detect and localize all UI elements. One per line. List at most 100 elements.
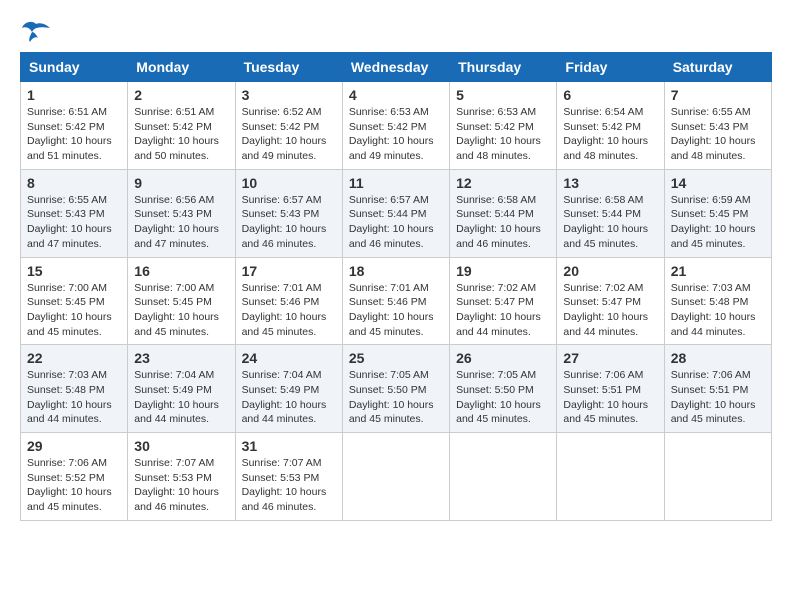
empty-cell [664,433,771,521]
day-info: Sunrise: 7:07 AMSunset: 5:53 PMDaylight:… [242,456,336,515]
day-info: Sunrise: 7:05 AMSunset: 5:50 PMDaylight:… [349,368,443,427]
day-cell-9: 9 Sunrise: 6:56 AMSunset: 5:43 PMDaylight… [128,169,235,257]
day-cell-16: 16Sunrise: 7:00 AMSunset: 5:45 PMDayligh… [128,257,235,345]
week-row-1: 1 Sunrise: 6:51 AMSunset: 5:42 PMDaylight… [21,82,772,170]
day-header-thursday: Thursday [450,53,557,82]
day-cell-5: 5 Sunrise: 6:53 AMSunset: 5:42 PMDaylight… [450,82,557,170]
day-number: 11 [349,175,443,191]
day-cell-6: 6 Sunrise: 6:54 AMSunset: 5:42 PMDaylight… [557,82,664,170]
day-info: Sunrise: 6:57 AMSunset: 5:44 PMDaylight:… [349,193,443,252]
day-info: Sunrise: 7:06 AMSunset: 5:52 PMDaylight:… [27,456,121,515]
day-info: Sunrise: 7:00 AMSunset: 5:45 PMDaylight:… [134,281,228,340]
day-cell-13: 13Sunrise: 6:58 AMSunset: 5:44 PMDayligh… [557,169,664,257]
day-cell-31: 31 Sunrise: 7:07 AMSunset: 5:53 PMDayligh… [235,433,342,521]
calendar-table: SundayMondayTuesdayWednesdayThursdayFrid… [20,52,772,521]
header [20,20,772,42]
day-header-sunday: Sunday [21,53,128,82]
day-number: 2 [134,87,228,103]
day-cell-27: 27 Sunrise: 7:06 AMSunset: 5:51 PMDayligh… [557,345,664,433]
day-info: Sunrise: 7:04 AMSunset: 5:49 PMDaylight:… [134,368,228,427]
day-number: 23 [134,350,228,366]
day-number: 10 [242,175,336,191]
day-info: Sunrise: 6:57 AMSunset: 5:43 PMDaylight:… [242,193,336,252]
day-number: 24 [242,350,336,366]
day-number: 8 [27,175,121,191]
day-number: 9 [134,175,228,191]
days-header-row: SundayMondayTuesdayWednesdayThursdayFrid… [21,53,772,82]
day-info: Sunrise: 6:53 AMSunset: 5:42 PMDaylight:… [456,105,550,164]
day-number: 30 [134,438,228,454]
day-number: 22 [27,350,121,366]
day-cell-20: 20Sunrise: 7:02 AMSunset: 5:47 PMDayligh… [557,257,664,345]
day-cell-14: 14Sunrise: 6:59 AMSunset: 5:45 PMDayligh… [664,169,771,257]
day-cell-25: 25Sunrise: 7:05 AMSunset: 5:50 PMDayligh… [342,345,449,433]
day-number: 7 [671,87,765,103]
day-number: 19 [456,263,550,279]
week-row-4: 22 Sunrise: 7:03 AMSunset: 5:48 PMDayligh… [21,345,772,433]
day-cell-8: 8 Sunrise: 6:55 AMSunset: 5:43 PMDaylight… [21,169,128,257]
day-info: Sunrise: 6:51 AMSunset: 5:42 PMDaylight:… [134,105,228,164]
day-number: 21 [671,263,765,279]
day-number: 13 [563,175,657,191]
day-cell-11: 11 Sunrise: 6:57 AMSunset: 5:44 PMDayligh… [342,169,449,257]
week-row-3: 15 Sunrise: 7:00 AMSunset: 5:45 PMDayligh… [21,257,772,345]
day-header-wednesday: Wednesday [342,53,449,82]
day-cell-26: 26Sunrise: 7:05 AMSunset: 5:50 PMDayligh… [450,345,557,433]
day-cell-15: 15 Sunrise: 7:00 AMSunset: 5:45 PMDayligh… [21,257,128,345]
day-header-friday: Friday [557,53,664,82]
day-cell-22: 22 Sunrise: 7:03 AMSunset: 5:48 PMDayligh… [21,345,128,433]
day-number: 15 [27,263,121,279]
day-info: Sunrise: 7:01 AMSunset: 5:46 PMDaylight:… [242,281,336,340]
day-number: 31 [242,438,336,454]
day-number: 4 [349,87,443,103]
day-info: Sunrise: 7:03 AMSunset: 5:48 PMDaylight:… [27,368,121,427]
week-row-5: 29 Sunrise: 7:06 AMSunset: 5:52 PMDayligh… [21,433,772,521]
day-info: Sunrise: 7:03 AMSunset: 5:48 PMDaylight:… [671,281,765,340]
logo [20,20,50,42]
day-cell-7: 7 Sunrise: 6:55 AMSunset: 5:43 PMDaylight… [664,82,771,170]
day-cell-29: 29 Sunrise: 7:06 AMSunset: 5:52 PMDayligh… [21,433,128,521]
day-cell-18: 18 Sunrise: 7:01 AMSunset: 5:46 PMDayligh… [342,257,449,345]
day-number: 12 [456,175,550,191]
day-number: 5 [456,87,550,103]
day-info: Sunrise: 6:52 AMSunset: 5:42 PMDaylight:… [242,105,336,164]
day-cell-4: 4 Sunrise: 6:53 AMSunset: 5:42 PMDaylight… [342,82,449,170]
day-info: Sunrise: 6:55 AMSunset: 5:43 PMDaylight:… [27,193,121,252]
day-cell-1: 1 Sunrise: 6:51 AMSunset: 5:42 PMDaylight… [21,82,128,170]
day-info: Sunrise: 6:59 AMSunset: 5:45 PMDaylight:… [671,193,765,252]
day-number: 18 [349,263,443,279]
day-number: 17 [242,263,336,279]
day-cell-21: 21 Sunrise: 7:03 AMSunset: 5:48 PMDayligh… [664,257,771,345]
day-info: Sunrise: 6:55 AMSunset: 5:43 PMDaylight:… [671,105,765,164]
day-number: 28 [671,350,765,366]
day-info: Sunrise: 7:07 AMSunset: 5:53 PMDaylight:… [134,456,228,515]
day-header-monday: Monday [128,53,235,82]
day-info: Sunrise: 6:58 AMSunset: 5:44 PMDaylight:… [456,193,550,252]
day-info: Sunrise: 7:05 AMSunset: 5:50 PMDaylight:… [456,368,550,427]
day-cell-17: 17 Sunrise: 7:01 AMSunset: 5:46 PMDayligh… [235,257,342,345]
day-info: Sunrise: 6:51 AMSunset: 5:42 PMDaylight:… [27,105,121,164]
logo-bird-icon [22,20,50,42]
week-row-2: 8 Sunrise: 6:55 AMSunset: 5:43 PMDaylight… [21,169,772,257]
day-number: 6 [563,87,657,103]
empty-cell [557,433,664,521]
day-info: Sunrise: 7:04 AMSunset: 5:49 PMDaylight:… [242,368,336,427]
day-number: 29 [27,438,121,454]
day-info: Sunrise: 7:01 AMSunset: 5:46 PMDaylight:… [349,281,443,340]
day-cell-2: 2 Sunrise: 6:51 AMSunset: 5:42 PMDaylight… [128,82,235,170]
day-info: Sunrise: 7:02 AMSunset: 5:47 PMDaylight:… [456,281,550,340]
day-number: 20 [563,263,657,279]
empty-cell [450,433,557,521]
day-info: Sunrise: 6:56 AMSunset: 5:43 PMDaylight:… [134,193,228,252]
day-header-saturday: Saturday [664,53,771,82]
day-info: Sunrise: 6:54 AMSunset: 5:42 PMDaylight:… [563,105,657,164]
day-info: Sunrise: 7:06 AMSunset: 5:51 PMDaylight:… [563,368,657,427]
day-info: Sunrise: 7:00 AMSunset: 5:45 PMDaylight:… [27,281,121,340]
day-number: 1 [27,87,121,103]
day-cell-24: 24 Sunrise: 7:04 AMSunset: 5:49 PMDayligh… [235,345,342,433]
day-header-tuesday: Tuesday [235,53,342,82]
day-number: 27 [563,350,657,366]
day-info: Sunrise: 7:06 AMSunset: 5:51 PMDaylight:… [671,368,765,427]
day-info: Sunrise: 6:53 AMSunset: 5:42 PMDaylight:… [349,105,443,164]
day-cell-10: 10 Sunrise: 6:57 AMSunset: 5:43 PMDayligh… [235,169,342,257]
